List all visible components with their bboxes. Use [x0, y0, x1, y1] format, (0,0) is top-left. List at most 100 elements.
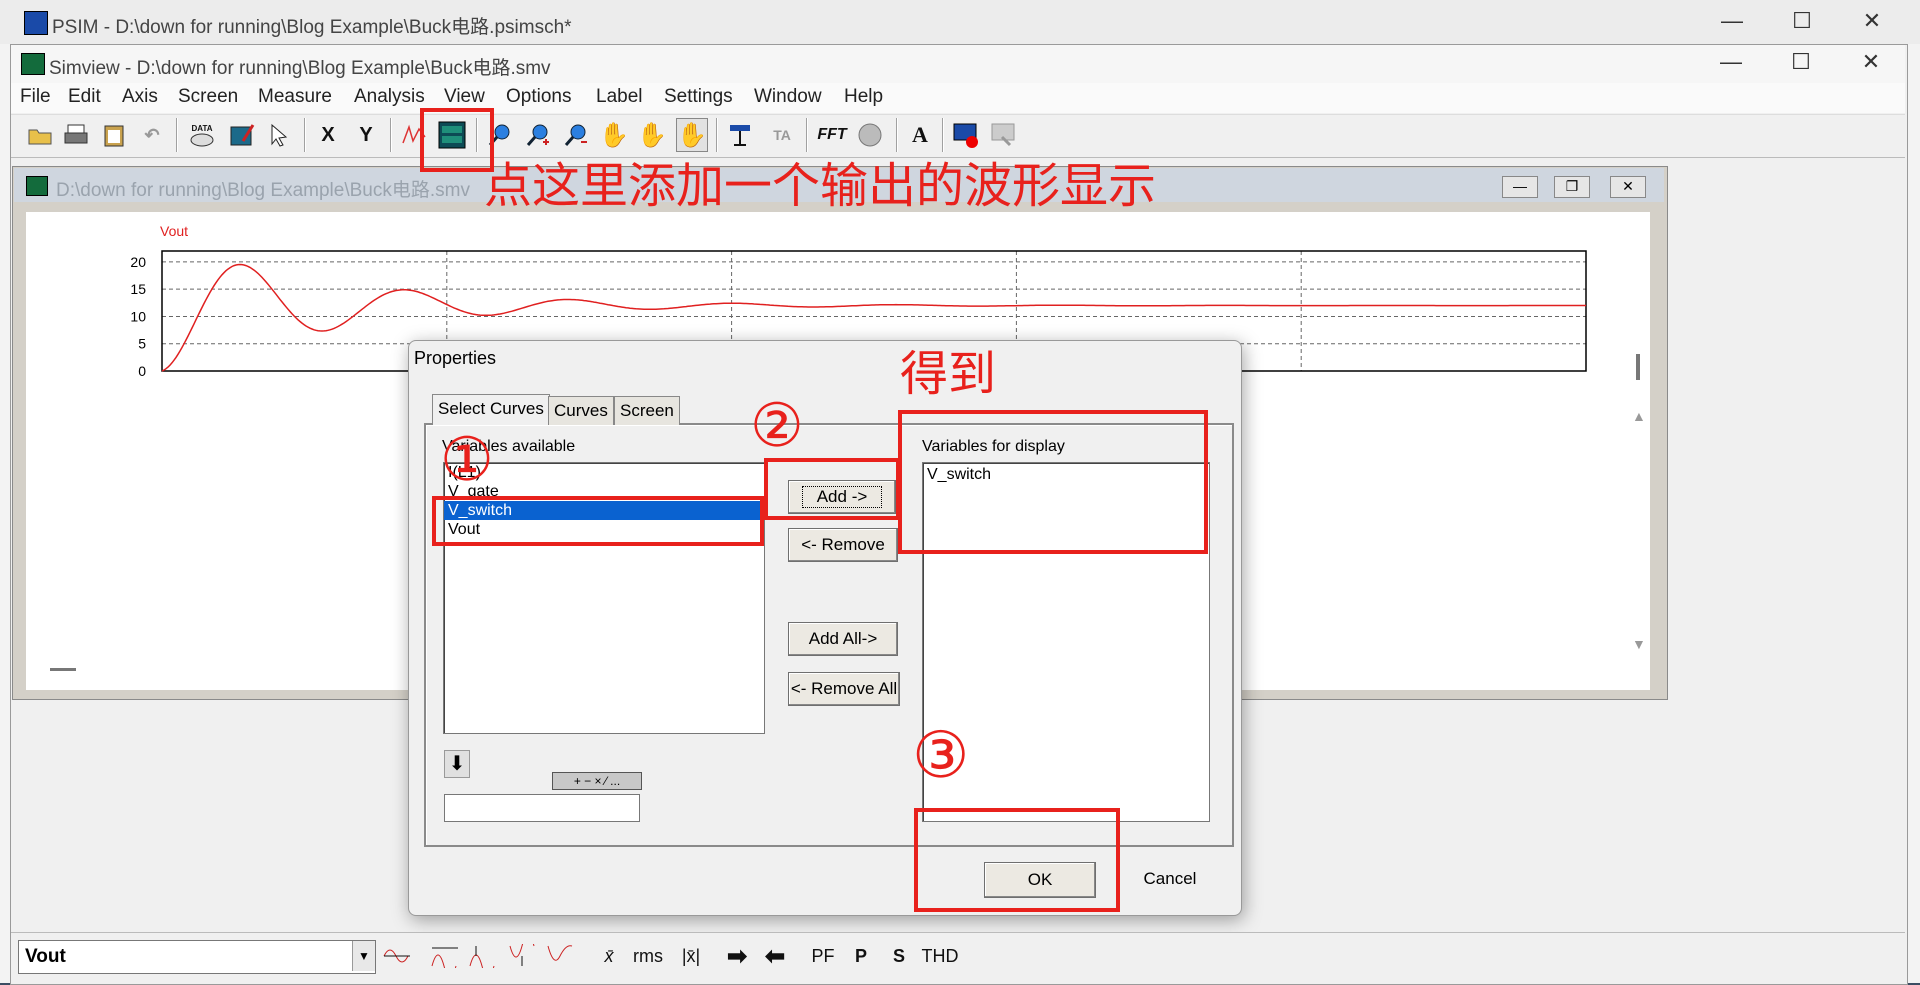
- y-tick-label: 5: [138, 336, 146, 352]
- menu-edit[interactable]: Edit: [68, 86, 101, 108]
- toolbar-separator: [176, 118, 178, 152]
- annotation-box-toolbar: [420, 108, 494, 172]
- real-power-button[interactable]: P: [846, 940, 876, 972]
- annotation-step1: ①: [440, 425, 494, 495]
- print-icon[interactable]: [60, 118, 92, 152]
- simview-app-icon: [21, 53, 45, 75]
- measure-probe-icon[interactable]: [726, 118, 758, 152]
- menu-help[interactable]: Help: [844, 86, 883, 108]
- tab-select-curves[interactable]: Select Curves: [432, 394, 550, 425]
- power-factor-button[interactable]: PF: [806, 940, 840, 972]
- document-icon: [26, 176, 48, 196]
- menu-measure[interactable]: Measure: [258, 86, 332, 108]
- menu-file[interactable]: File: [20, 86, 51, 108]
- plot-scroll-up-icon[interactable]: ▲: [1632, 408, 1646, 424]
- open-file-icon[interactable]: [24, 118, 56, 152]
- toolbar-separator: [304, 118, 306, 152]
- mean-button[interactable]: x̄: [594, 940, 624, 972]
- arrow-left-icon[interactable]: ⬅: [758, 940, 792, 972]
- annotation-step2: ②: [750, 391, 804, 461]
- min-icon[interactable]: [506, 940, 540, 972]
- circle-icon[interactable]: [854, 118, 886, 152]
- psim-minimize-button[interactable]: —: [1712, 8, 1752, 34]
- doc-close-button[interactable]: ✕: [1610, 176, 1646, 198]
- menu-view[interactable]: View: [444, 86, 485, 108]
- data-disk-icon[interactable]: DATA: [186, 118, 218, 152]
- x-axis-button[interactable]: X: [312, 118, 344, 152]
- toolbar-separator: [390, 118, 392, 152]
- fft-button[interactable]: FFT: [812, 118, 852, 152]
- annotation-box-ok: [914, 808, 1120, 912]
- export-icon[interactable]: [988, 118, 1020, 152]
- zoom-in-icon[interactable]: [522, 118, 554, 152]
- doc-restore-button[interactable]: ❐: [1554, 176, 1590, 198]
- toolbar-separator: [942, 118, 944, 152]
- plot-scroll-thumb[interactable]: [1636, 354, 1640, 380]
- remove-all-button[interactable]: <- Remove All: [788, 672, 900, 706]
- doc-minimize-button[interactable]: —: [1502, 176, 1538, 198]
- toolbar-separator: [806, 118, 808, 152]
- y-tick-label: 0: [138, 363, 146, 379]
- operator-bar[interactable]: + − × ⁄ ...: [552, 772, 642, 790]
- simview-minimize-button[interactable]: —: [1711, 49, 1751, 75]
- select-cursor-icon[interactable]: [264, 118, 296, 152]
- undo-icon[interactable]: ↶: [136, 118, 168, 152]
- simview-title-bar: Simview - D:\down for running\Blog Examp…: [11, 45, 1905, 83]
- menu-screen[interactable]: Screen: [178, 86, 238, 108]
- chevron-down-icon[interactable]: ▼: [352, 941, 375, 971]
- max-icon[interactable]: [466, 940, 500, 972]
- psim-window-title: PSIM - D:\down for running\Blog Example\…: [52, 17, 572, 38]
- text-label-button[interactable]: A: [904, 118, 936, 152]
- data-label: DATA: [191, 123, 213, 133]
- tab-curves[interactable]: Curves: [548, 396, 614, 425]
- document-title: D:\down for running\Blog Example\Buck电路.…: [56, 180, 470, 201]
- annotation-result-label: 得到: [900, 346, 997, 402]
- clipboard-icon[interactable]: [98, 118, 130, 152]
- simview-close-button[interactable]: ✕: [1851, 49, 1891, 75]
- plot-scroll-down-icon[interactable]: ▼: [1632, 636, 1646, 652]
- annotation-step3: ③: [912, 719, 970, 793]
- expression-input[interactable]: [444, 794, 640, 822]
- pan-hand-icon[interactable]: ✋: [598, 118, 630, 152]
- abs-mean-button[interactable]: |x̄|: [674, 940, 708, 972]
- menu-label[interactable]: Label: [596, 86, 643, 108]
- record-icon[interactable]: [950, 118, 982, 152]
- waveform-min-icon[interactable]: [380, 940, 414, 972]
- menu-axis[interactable]: Axis: [122, 86, 158, 108]
- psim-title-bar: PSIM - D:\down for running\Blog Example\…: [0, 0, 1920, 44]
- menu-options[interactable]: Options: [506, 86, 571, 108]
- pan-hand-red-icon[interactable]: ✋: [636, 118, 668, 152]
- edit-chart-icon[interactable]: [226, 118, 258, 152]
- menu-settings[interactable]: Settings: [664, 86, 733, 108]
- y-tick-label: 20: [130, 254, 146, 270]
- psim-close-button[interactable]: ✕: [1852, 8, 1892, 34]
- chart-y-ticks: 20 15 10 5 0: [130, 254, 146, 379]
- menu-window[interactable]: Window: [754, 86, 822, 108]
- annotation-box-vswitch: [432, 496, 764, 546]
- peak-icon[interactable]: [428, 940, 462, 972]
- toolbar-separator: [896, 118, 898, 152]
- zoom-out-icon[interactable]: [560, 118, 592, 152]
- tab-screen[interactable]: Screen: [614, 396, 680, 425]
- menu-analysis[interactable]: Analysis: [354, 86, 425, 108]
- plot-hscroll-thumb[interactable]: [50, 668, 76, 671]
- cancel-button[interactable]: Cancel: [1110, 862, 1230, 896]
- apparent-power-button[interactable]: S: [884, 940, 914, 972]
- curve-select-value: Vout: [25, 946, 66, 967]
- add-all-button[interactable]: Add All->: [788, 622, 898, 656]
- annotation-box-display: [898, 410, 1208, 554]
- simview-maximize-button[interactable]: ☐: [1781, 49, 1821, 75]
- y-tick-label: 10: [130, 308, 146, 324]
- legend-vout: Vout: [160, 223, 188, 239]
- y-axis-button[interactable]: Y: [350, 118, 382, 152]
- thd-button[interactable]: THD: [920, 940, 960, 972]
- text-probe-icon[interactable]: TA: [766, 118, 798, 152]
- pan-hand-active-icon[interactable]: ✋: [676, 118, 708, 152]
- arrow-right-icon[interactable]: ➡: [720, 940, 754, 972]
- remove-button[interactable]: <- Remove: [788, 528, 898, 562]
- curve-select[interactable]: Vout ▼: [18, 940, 376, 974]
- psim-maximize-button[interactable]: ☐: [1782, 8, 1822, 34]
- rms-button[interactable]: rms: [628, 940, 668, 972]
- arrow-down-icon[interactable]: ⬇: [444, 750, 470, 778]
- minmax-icon[interactable]: [544, 940, 578, 972]
